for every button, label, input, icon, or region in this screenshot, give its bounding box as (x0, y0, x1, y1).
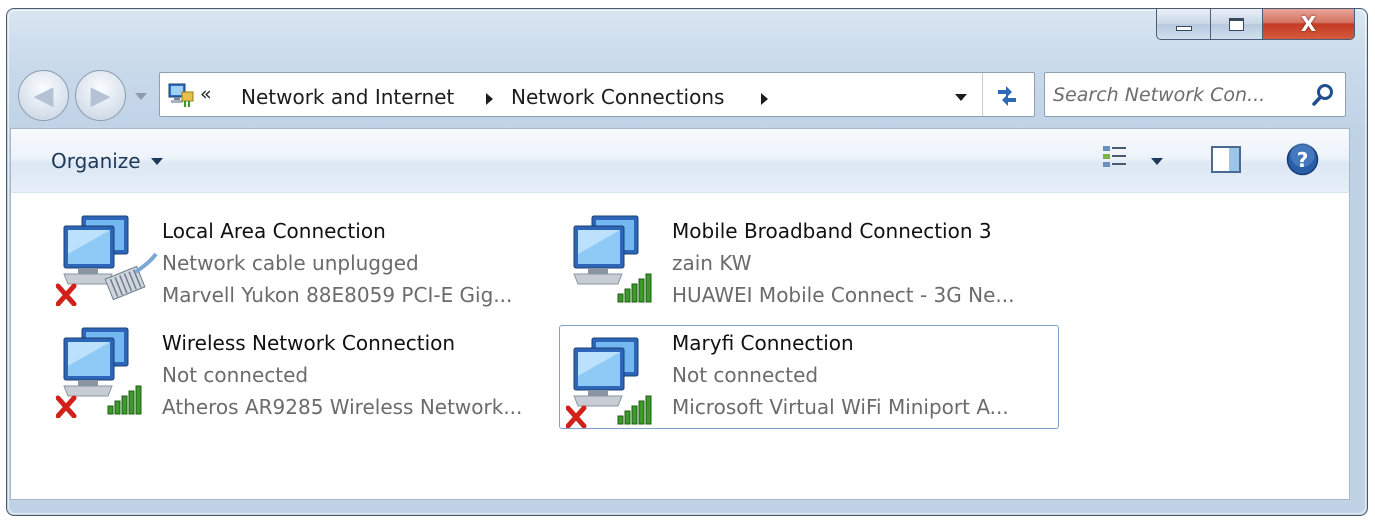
view-options-dropdown[interactable] (1151, 158, 1163, 165)
connection-status: zain KW (672, 251, 752, 275)
search-input[interactable] (1053, 81, 1308, 109)
network-connections-folder-icon (168, 83, 194, 107)
organize-label: Organize (51, 149, 141, 173)
search-box[interactable] (1044, 72, 1346, 117)
address-separator (982, 73, 983, 116)
close-icon: X (1300, 12, 1317, 36)
connection-device: Microsoft Virtual WiFi Miniport A... (672, 395, 1009, 419)
change-view-icon[interactable] (1102, 144, 1128, 174)
connection-item-mobile-broadband[interactable]: Mobile Broadband Connection 3 zain KW HU… (559, 203, 1059, 307)
back-arrow-icon: ◀ (33, 80, 54, 111)
connection-status: Not connected (162, 363, 309, 387)
address-history-dropdown[interactable] (955, 94, 967, 101)
breadcrumb-network-connections[interactable]: Network Connections (511, 85, 724, 109)
breadcrumb-separator-arrow[interactable] (761, 93, 768, 105)
forward-button[interactable]: ▶ (75, 70, 126, 121)
caption-buttons: X (1156, 9, 1355, 49)
connection-status: Not connected (672, 363, 819, 387)
refresh-icon[interactable] (992, 81, 1022, 109)
connection-status: Network cable unplugged (162, 251, 419, 275)
connection-item-local-area[interactable]: Local Area Connection Network cable unpl… (49, 203, 549, 307)
back-button[interactable]: ◀ (18, 70, 69, 121)
help-icon[interactable]: ? (1286, 143, 1319, 176)
maximize-icon (1229, 17, 1244, 31)
network-connection-icon (56, 215, 158, 306)
connection-name: Local Area Connection (162, 219, 386, 243)
address-bar[interactable]: « Network and Internet Network Connectio… (159, 72, 1035, 117)
connections-view: Local Area Connection Network cable unpl… (10, 192, 1350, 500)
forward-arrow-icon: ▶ (90, 80, 111, 111)
connection-device: Marvell Yukon 88E8059 PCI-E Gig... (162, 283, 513, 307)
preview-pane-icon[interactable] (1211, 146, 1241, 174)
minimize-icon (1175, 25, 1192, 31)
organize-menu[interactable]: Organize (51, 149, 163, 173)
connection-item-maryfi[interactable]: Maryfi Connection Not connected Microsof… (559, 325, 1059, 429)
network-connection-icon (573, 215, 652, 303)
connection-device: Atheros AR9285 Wireless Network... (162, 395, 523, 419)
chevron-down-icon (150, 157, 163, 165)
breadcrumb-overflow-chevron[interactable]: « (200, 83, 212, 105)
minimize-button[interactable] (1156, 9, 1211, 40)
search-icon[interactable] (1311, 83, 1335, 107)
breadcrumb-separator-arrow[interactable] (486, 93, 493, 105)
recent-pages-dropdown[interactable] (135, 93, 147, 100)
command-bar: Organize ? (10, 128, 1350, 192)
connection-device: HUAWEI Mobile Connect - 3G Ne... (672, 283, 1015, 307)
svg-text:?: ? (1297, 148, 1309, 172)
network-connection-icon (566, 337, 652, 428)
connection-item-wireless[interactable]: Wireless Network Connection Not connecte… (49, 315, 549, 419)
connection-name: Mobile Broadband Connection 3 (672, 219, 992, 243)
connection-name: Maryfi Connection (672, 331, 854, 355)
breadcrumb-network-and-internet[interactable]: Network and Internet (241, 85, 454, 109)
maximize-button[interactable] (1211, 9, 1263, 40)
close-button[interactable]: X (1263, 9, 1355, 40)
connection-name: Wireless Network Connection (162, 331, 456, 355)
network-connection-icon (56, 327, 142, 418)
